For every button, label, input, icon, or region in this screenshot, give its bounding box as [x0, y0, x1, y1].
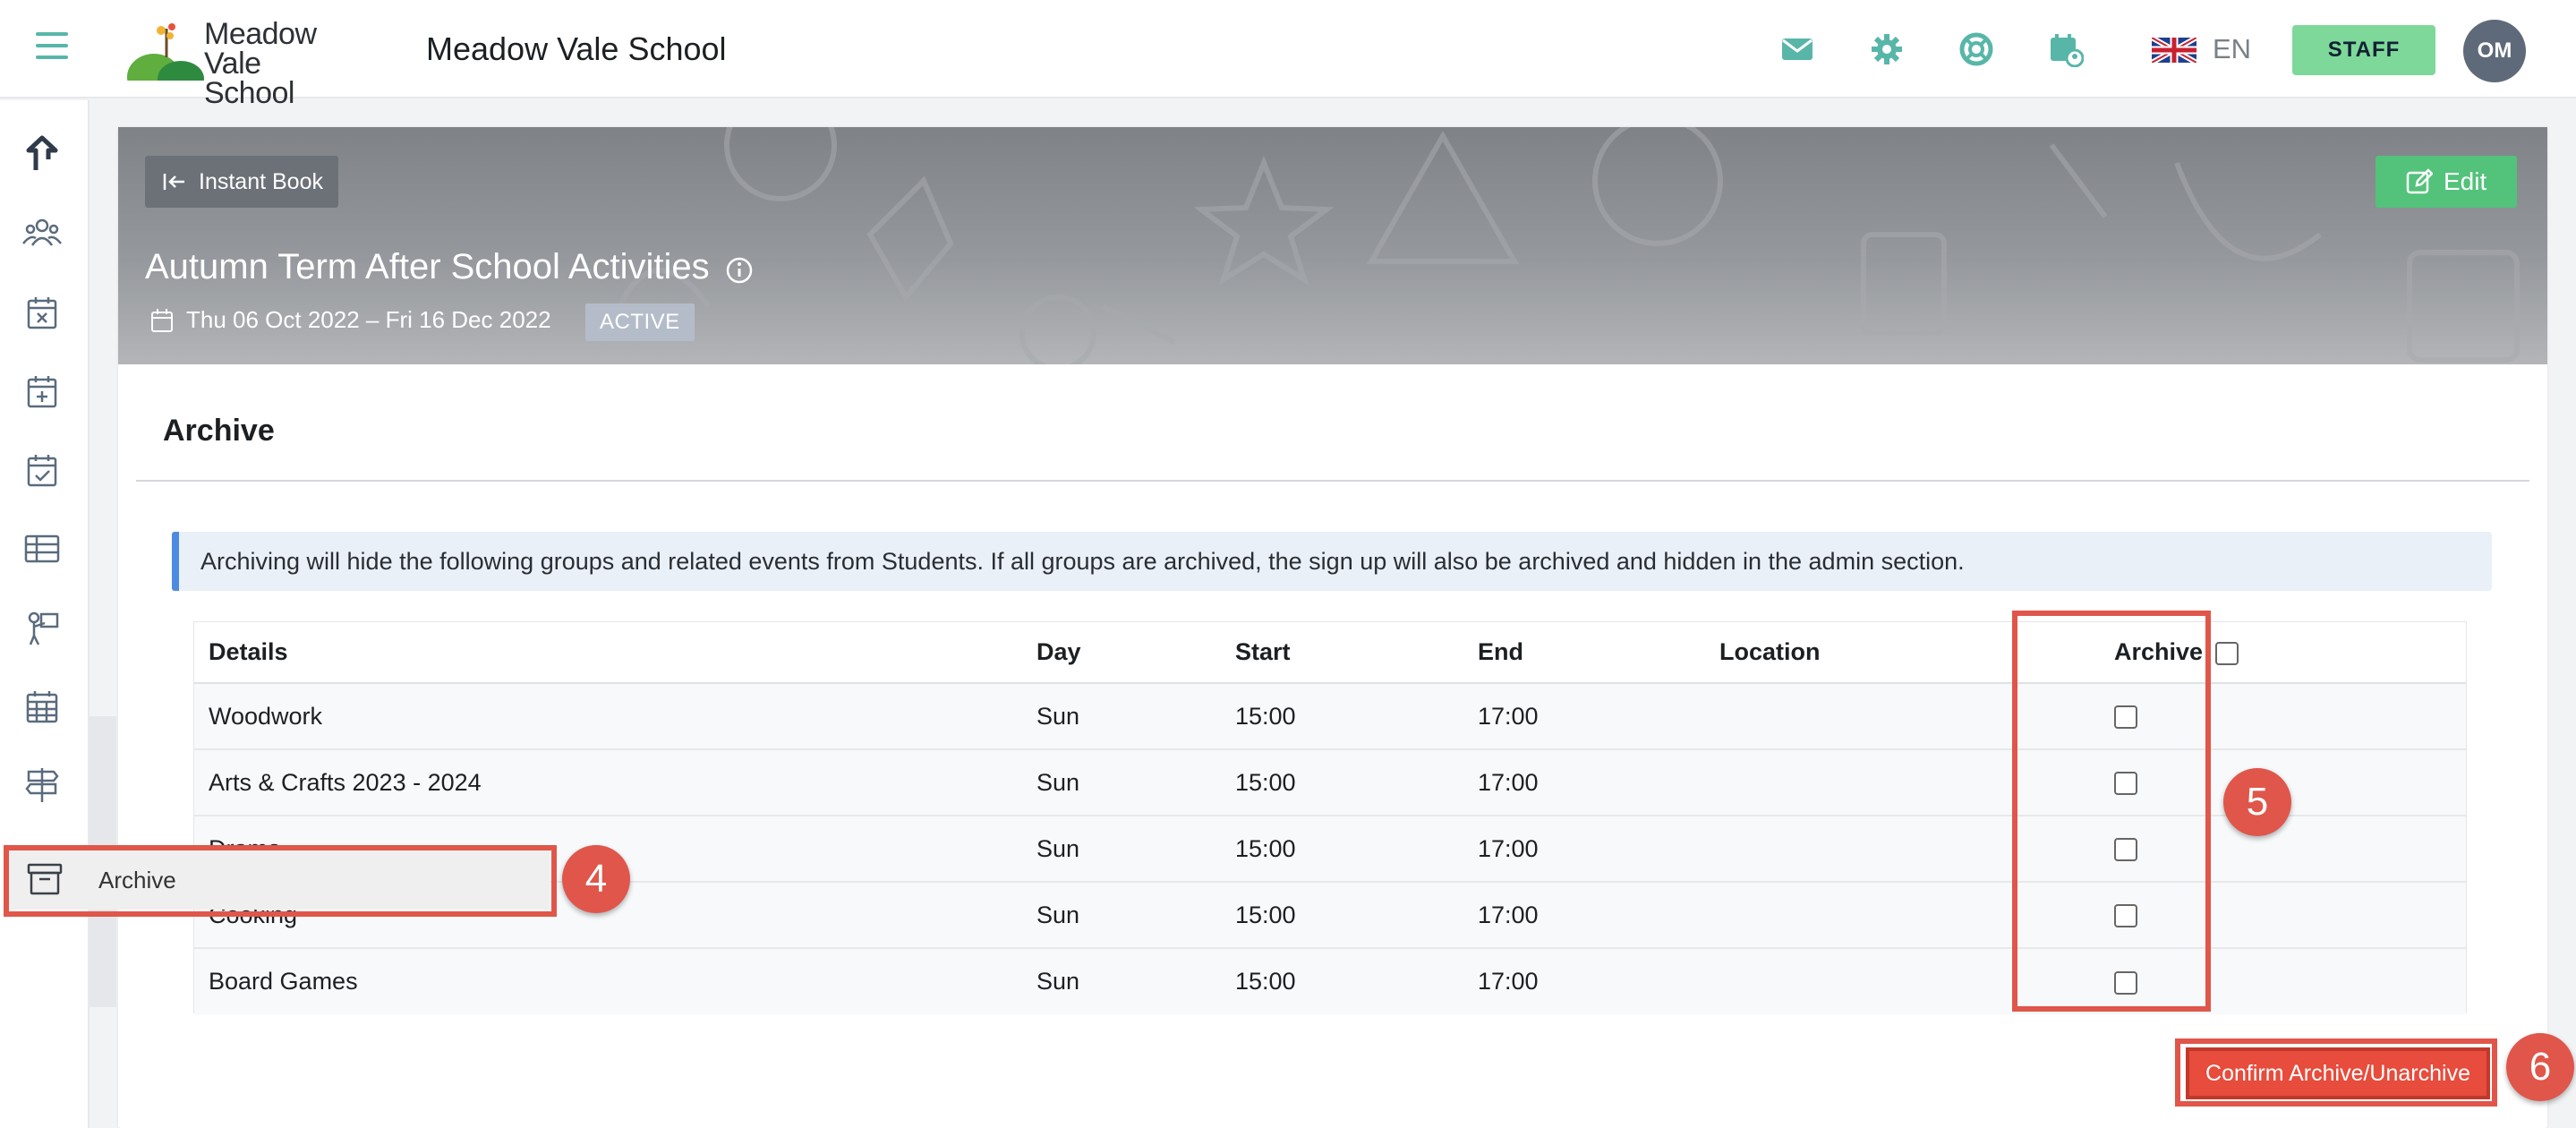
select-all-archive-checkbox[interactable]: [2214, 641, 2239, 665]
cell-start: 15:00: [1221, 816, 1463, 883]
highlight-archive-column: [2012, 611, 2211, 1012]
date-range-row: Thu 06 Oct 2022 – Fri 16 Dec 2022: [150, 306, 551, 334]
cell-day: Sun: [1022, 749, 1221, 816]
cell-day: Sun: [1022, 948, 1221, 1014]
cell-end: 17:00: [1463, 683, 1705, 750]
step-5-badge: 5: [2223, 768, 2291, 836]
users-icon[interactable]: [21, 213, 63, 254]
logo-text: Meadow Vale School: [204, 17, 358, 110]
cell-end: 17:00: [1463, 948, 1705, 1014]
calendar-user-icon[interactable]: [2048, 31, 2084, 67]
upload-arrow-icon[interactable]: [21, 134, 63, 175]
edit-label: Edit: [2444, 167, 2487, 195]
info-icon[interactable]: [725, 256, 754, 285]
calendar-plus-icon[interactable]: [21, 371, 63, 412]
logo-line-1: Meadow: [204, 17, 317, 51]
cell-end: 17:00: [1463, 882, 1705, 949]
school-title: Meadow Vale School: [426, 30, 727, 67]
instant-book-label: Instant Book: [199, 168, 323, 194]
highlight-confirm-button: [2175, 1038, 2497, 1107]
edit-button[interactable]: Edit: [2376, 156, 2517, 208]
cell-details: Board Games: [194, 948, 1022, 1014]
cell-start: 15:00: [1221, 683, 1463, 750]
cell-end: 17:00: [1463, 749, 1705, 816]
cell-details: Arts & Crafts 2023 - 2024: [194, 749, 1022, 816]
signpost-icon[interactable]: [21, 765, 63, 806]
column-header-location: Location: [1705, 622, 2059, 684]
cell-start: 15:00: [1221, 948, 1463, 1014]
calendar-check-icon[interactable]: [21, 449, 63, 491]
calendar-x-icon[interactable]: [21, 292, 63, 333]
column-header-day: Day: [1022, 622, 1221, 684]
event-title: Autumn Term After School Activities: [145, 247, 710, 286]
highlight-archive-menu: [4, 845, 557, 917]
cell-day: Sun: [1022, 816, 1221, 883]
calendar-icon: [151, 308, 173, 332]
menu-icon[interactable]: [36, 32, 68, 61]
edit-pencil-icon: [2406, 168, 2433, 194]
column-header-start: Start: [1221, 622, 1463, 684]
uk-flag-icon[interactable]: [2152, 38, 2196, 63]
section-title: Archive: [163, 414, 275, 448]
top-bar: Meadow Vale School Meadow Vale School EN…: [0, 0, 2576, 108]
cell-day: Sun: [1022, 683, 1221, 750]
date-range: Thu 06 Oct 2022 – Fri 16 Dec 2022: [186, 306, 551, 333]
staff-button[interactable]: STAFF: [2292, 25, 2435, 75]
calendar-grid-icon[interactable]: [21, 686, 63, 727]
gear-icon[interactable]: [1869, 31, 1905, 67]
school-logo[interactable]: Meadow Vale School: [125, 18, 358, 108]
table-icon[interactable]: [21, 528, 63, 569]
logo-line-2: Vale School: [204, 47, 294, 110]
cell-start: 15:00: [1221, 749, 1463, 816]
user-avatar[interactable]: OM: [2463, 20, 2526, 82]
cell-details: Woodwork: [194, 683, 1022, 750]
cell-location: [1705, 948, 2059, 1014]
cell-location: [1705, 749, 2059, 816]
cell-location: [1705, 816, 2059, 883]
back-arrow-icon: [163, 174, 184, 190]
instant-book-back-button[interactable]: Instant Book: [145, 156, 338, 208]
cell-location: [1705, 683, 2059, 750]
language-selector[interactable]: EN: [2213, 33, 2251, 65]
cell-location: [1705, 882, 2059, 949]
cell-day: Sun: [1022, 882, 1221, 949]
status-badge: ACTIVE: [585, 303, 695, 341]
step-6-badge: 6: [2506, 1033, 2574, 1101]
cell-start: 15:00: [1221, 882, 1463, 949]
cell-end: 17:00: [1463, 816, 1705, 883]
column-header-end: End: [1463, 622, 1705, 684]
mail-icon[interactable]: [1779, 31, 1815, 67]
logo-hills-icon: [127, 23, 204, 100]
event-banner: Instant Book Edit Autumn Term After Scho…: [118, 127, 2547, 364]
person-board-icon[interactable]: [21, 607, 63, 648]
sidebar: [0, 100, 90, 1128]
step-4-badge: 4: [562, 845, 630, 913]
column-header-details: Details: [194, 622, 1022, 684]
section-divider: [136, 480, 2529, 482]
help-lifebuoy-icon[interactable]: [1958, 31, 1994, 67]
info-notice: Archiving will hide the following groups…: [172, 532, 2492, 591]
